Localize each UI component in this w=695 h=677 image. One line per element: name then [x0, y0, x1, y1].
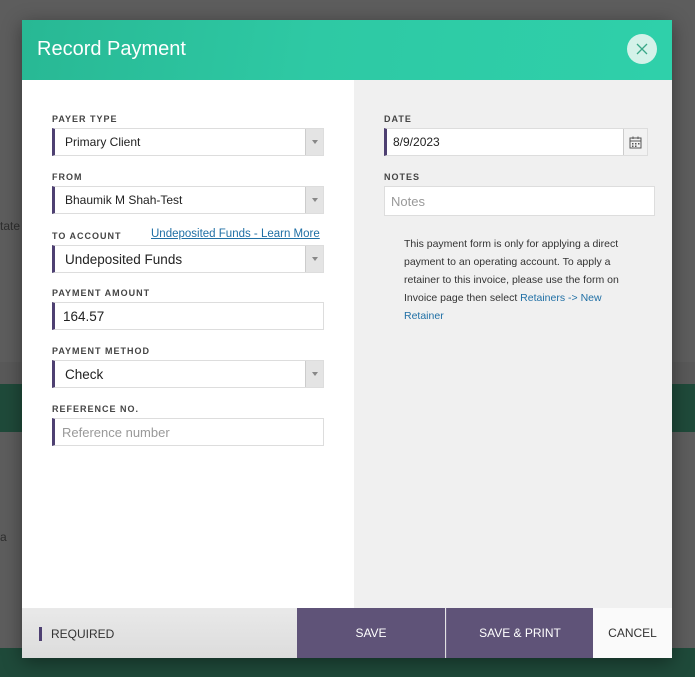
chevron-down-icon — [305, 361, 323, 387]
close-button[interactable] — [627, 34, 657, 64]
record-payment-dialog: Record Payment PAYER TYPE Primary Client… — [22, 20, 672, 658]
date-label: DATE — [384, 114, 412, 124]
reference-no-label: REFERENCE NO. — [52, 404, 140, 414]
notes-label: NOTES — [384, 172, 421, 182]
date-input[interactable]: 8/9/2023 — [384, 128, 648, 156]
learn-more-link[interactable]: Undeposited Funds - Learn More — [151, 228, 320, 240]
notes-input[interactable]: Notes — [384, 186, 655, 216]
payment-amount-value: 164.57 — [63, 308, 105, 324]
form-left-column: PAYER TYPE Primary Client FROM Bhaumik M… — [22, 80, 354, 608]
calendar-icon — [629, 136, 642, 148]
payer-type-value: Primary Client — [65, 135, 141, 149]
required-label: REQUIRED — [51, 627, 115, 641]
chevron-down-icon — [305, 187, 323, 213]
calendar-button[interactable] — [623, 129, 647, 155]
payment-amount-label: PAYMENT AMOUNT — [52, 288, 151, 298]
reference-number-input[interactable]: Reference number — [52, 418, 324, 446]
from-select[interactable]: Bhaumik M Shah-Test — [52, 186, 324, 214]
save-and-print-button[interactable]: SAVE & PRINT — [446, 608, 593, 658]
from-value: Bhaumik M Shah-Test — [65, 193, 183, 207]
date-value: 8/9/2023 — [393, 135, 440, 149]
payment-method-select[interactable]: Check — [52, 360, 324, 388]
dialog-header: Record Payment — [22, 20, 672, 80]
info-message: This payment form is only for applying a… — [404, 235, 644, 325]
cancel-button[interactable]: CANCEL — [593, 608, 672, 658]
required-indicator — [39, 627, 42, 641]
dialog-footer: REQUIRED SAVE SAVE & PRINT CANCEL — [22, 608, 672, 658]
to-account-select[interactable]: Undeposited Funds — [52, 245, 324, 273]
chevron-down-icon — [305, 246, 323, 272]
from-label: FROM — [52, 172, 83, 182]
notes-placeholder: Notes — [391, 193, 425, 209]
payment-method-label: PAYMENT METHOD — [52, 346, 151, 356]
dialog-title: Record Payment — [37, 38, 186, 60]
to-account-value: Undeposited Funds — [65, 251, 183, 267]
payer-type-label: PAYER TYPE — [52, 114, 118, 124]
close-icon — [636, 43, 648, 55]
chevron-down-icon — [305, 129, 323, 155]
background-text: tate — [0, 219, 21, 233]
background-text: a — [0, 530, 7, 544]
payment-amount-input[interactable]: 164.57 — [52, 302, 324, 330]
reference-number-placeholder: Reference number — [62, 424, 170, 440]
save-button[interactable]: SAVE — [297, 608, 445, 658]
payment-method-value: Check — [65, 366, 104, 382]
payer-type-select[interactable]: Primary Client — [52, 128, 324, 156]
to-account-label: TO ACCOUNT — [52, 231, 122, 241]
form-right-column: DATE 8/9/2023 NOTES Notes This payment f… — [354, 80, 672, 608]
